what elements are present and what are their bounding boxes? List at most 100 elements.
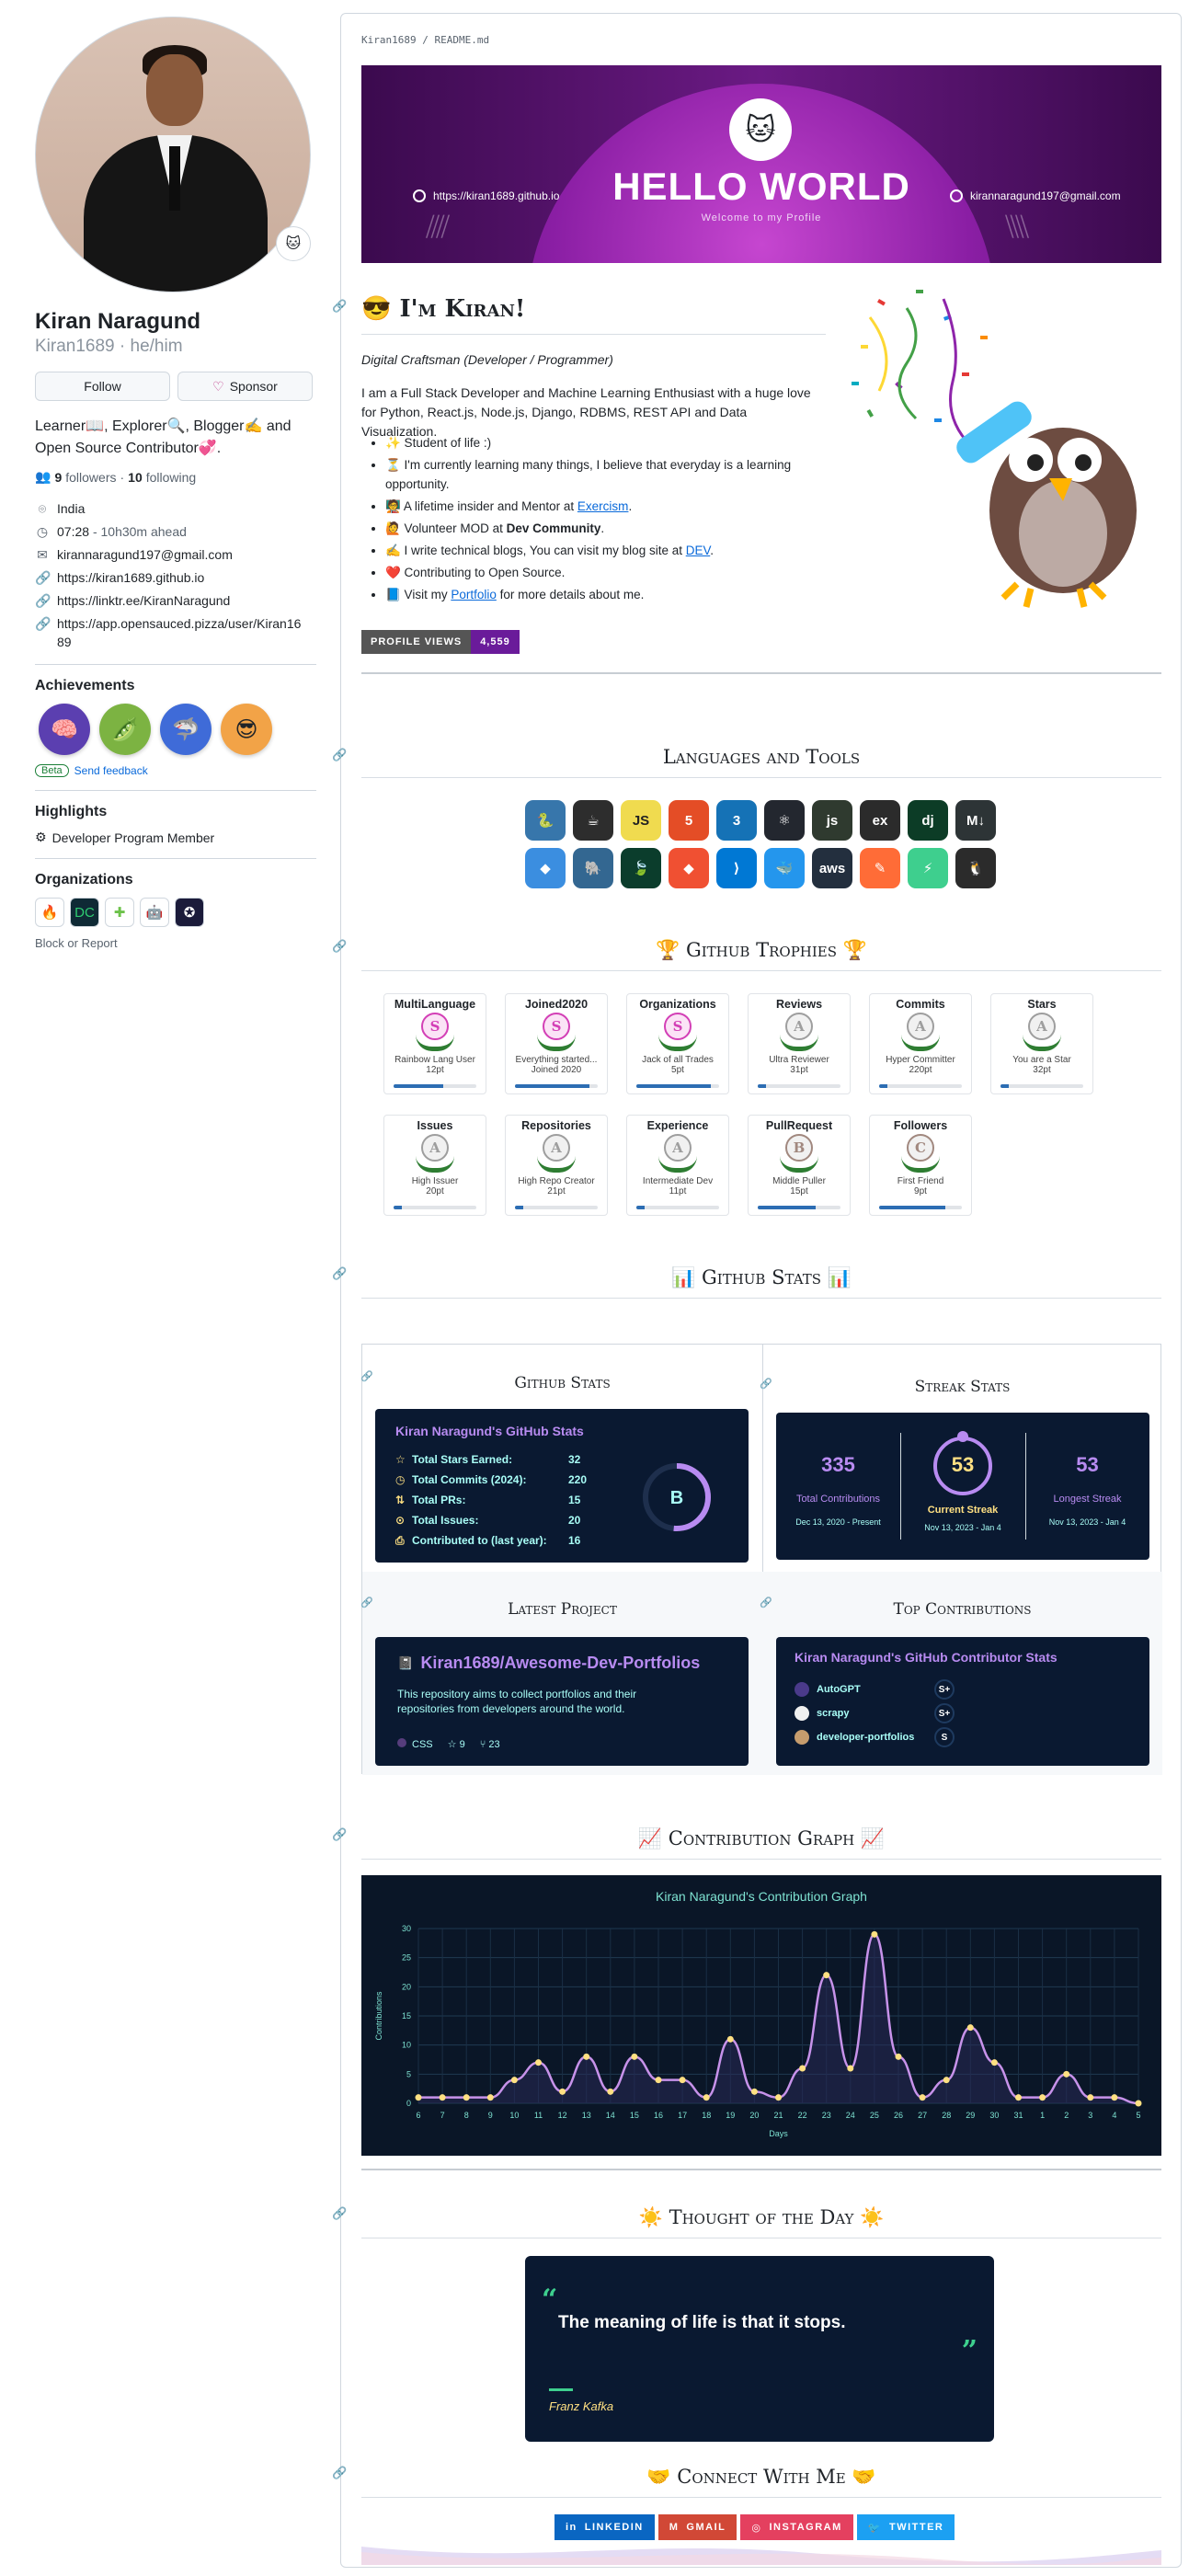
- react-icon: ⚛: [764, 800, 805, 841]
- banner-site: https://kiran1689.github.io: [413, 189, 559, 202]
- data-point: [415, 2094, 422, 2101]
- data-point: [895, 2053, 902, 2060]
- latest-project-card[interactable]: 📓 Kiran1689/Awesome-Dev-Portfolios This r…: [375, 1637, 749, 1766]
- trophy-title: Repositories: [521, 1119, 591, 1132]
- trophy-cup-icon: A: [537, 1134, 576, 1174]
- status-icon[interactable]: 🐱: [276, 226, 311, 261]
- pair-extraordinaire-badge-icon[interactable]: 🫛: [99, 704, 151, 755]
- grade-ring: B: [643, 1463, 711, 1531]
- data-point: [655, 2077, 662, 2084]
- follow-button[interactable]: Follow: [35, 372, 170, 401]
- cell-heading-github-stats: Github Stats: [514, 1374, 611, 1392]
- current-streak-value: 53: [951, 1453, 975, 1476]
- contributor-row: scrapy S+: [795, 1701, 978, 1725]
- intro-bullets: ✨ Student of life :) ⏳ I'm currently lear…: [372, 433, 828, 607]
- contributor-stats-card[interactable]: Kiran Naragund's GitHub Contributor Stat…: [776, 1637, 1149, 1766]
- anchor-link-icon[interactable]: 🔗: [332, 1266, 347, 1281]
- trophy-progress: [758, 1206, 840, 1209]
- profile-username: Kiran1689: [35, 337, 115, 356]
- profile-pronouns: he/him: [130, 337, 183, 356]
- sponsor-label: Sponsor: [229, 379, 278, 394]
- mongodb-icon: 🍃: [621, 848, 661, 888]
- followers-count[interactable]: 9: [54, 470, 62, 485]
- data-point: [510, 2077, 518, 2084]
- send-feedback-link[interactable]: Send feedback: [74, 764, 148, 777]
- trophy-points: 11pt: [669, 1186, 687, 1196]
- connect-buttons: in LINKEDIN M GMAIL ◎ INSTAGRAM 🐦 TWITTER: [554, 2514, 955, 2540]
- website-link[interactable]: https://kiran1689.github.io: [57, 568, 204, 587]
- yolo-badge-icon[interactable]: 😎: [221, 704, 272, 755]
- mail-icon: ✉: [37, 547, 48, 562]
- trophy-title: Joined2020: [524, 998, 589, 1011]
- avatar[interactable]: [35, 17, 311, 292]
- bullet-text: ✨ Student of life :): [385, 436, 492, 450]
- instagram-button[interactable]: ◎ INSTAGRAM: [740, 2514, 853, 2540]
- github-stats-card[interactable]: Kiran Naragund's GitHub Stats ☆ Total Sta…: [375, 1409, 749, 1563]
- gmail-button[interactable]: M GMAIL: [657, 2514, 737, 2540]
- email-link[interactable]: kirannaragund197@gmail.com: [57, 545, 233, 564]
- anchor-link-icon[interactable]: 🔗: [332, 939, 347, 954]
- contribution-graph: Kiran Naragund's Contribution Graph 0 5 10 1…: [361, 1875, 1161, 2156]
- repo-avatar-icon: [795, 1682, 809, 1697]
- bullet-link[interactable]: Portfolio: [451, 588, 497, 601]
- stats-title-text: Github Stats: [702, 1266, 821, 1288]
- readme-panel: Kiran1689 / README.md ⧸⧸⧸⧸ ⧹⧹⧹⧹ 🐱 HELLO …: [332, 13, 1182, 2568]
- following-count[interactable]: 10: [128, 470, 143, 485]
- galaxy-brain-badge-icon[interactable]: 🧠: [39, 704, 90, 755]
- bullet-bold: Dev Community: [506, 521, 601, 535]
- anchor-link-icon[interactable]: 🔗: [332, 2206, 347, 2221]
- close-quote-icon: ”: [961, 2335, 977, 2367]
- project-lang-text: CSS: [412, 1739, 433, 1750]
- path-user[interactable]: Kiran1689: [361, 34, 417, 46]
- anchor-link-icon[interactable]: 🔗: [332, 2466, 347, 2480]
- following-label[interactable]: following: [146, 470, 196, 485]
- profile-sidebar: 🐱 Kiran Naragund Kiran1689 · he/him Foll…: [35, 17, 316, 950]
- divider: [35, 858, 316, 859]
- bullet-link[interactable]: Exercism: [577, 499, 629, 513]
- streak-stats-card[interactable]: 335 Total Contributions Dec 13, 2020 - P…: [776, 1413, 1149, 1560]
- linkedin-button[interactable]: in LINKEDIN: [554, 2514, 655, 2540]
- pull-shark-badge-icon[interactable]: 🦈: [160, 704, 212, 755]
- tools-grid: 🐍 ☕ JS 5 3 ⚛ js ex dj M↓ ◆ 🐘 🍃 ◆ ⟩ 🐳 aws ✎ ⚡ 🐧: [525, 800, 1003, 888]
- followers-label[interactable]: followers: [65, 470, 116, 485]
- org-avatar[interactable]: DC: [70, 898, 99, 927]
- org-avatar[interactable]: 🔥: [35, 898, 64, 927]
- anchor-link-icon[interactable]: 🔗: [332, 1827, 347, 1842]
- quote-card: “ The meaning of life is that it stops. …: [525, 2256, 994, 2442]
- bullet-link[interactable]: DEV: [686, 544, 711, 557]
- profile-bio: Learner📖, Explorer🔍, Blogger✍️ and Open …: [35, 418, 292, 456]
- social-link[interactable]: https://linktr.ee/KiranNaragund: [57, 591, 230, 610]
- sponsor-button[interactable]: ♡ Sponsor: [177, 372, 313, 401]
- achievements-list: 🧠 🫛 🦈 😎: [39, 704, 316, 755]
- trophy-progress: [394, 1206, 476, 1209]
- html5-icon: 5: [669, 800, 709, 841]
- trophy-card: Commits A Hyper Committer 220pt: [869, 993, 972, 1094]
- twitter-button[interactable]: 🐦 TWITTER: [856, 2514, 955, 2540]
- link-icon: 🔗: [35, 616, 51, 631]
- trophy-title: Experience: [646, 1119, 709, 1132]
- trophy-progress: [515, 1084, 598, 1088]
- x-tick-label: 11: [534, 2111, 543, 2120]
- java-icon: ☕: [573, 800, 613, 841]
- org-avatar[interactable]: 🤖: [140, 898, 169, 927]
- social-link[interactable]: https://app.opensauced.pizza/user/Kiran1…: [57, 614, 305, 651]
- graph-heading: 📈 Contribution Graph 📈: [361, 1827, 1161, 1850]
- git-icon: ◆: [669, 848, 709, 888]
- anchor-link-icon[interactable]: 🔗: [332, 299, 347, 314]
- org-avatar[interactable]: ✪: [175, 898, 204, 927]
- path-file[interactable]: README.md: [434, 34, 489, 46]
- stat-row: ⎙ Contributed to (last year): 16: [395, 1530, 587, 1551]
- block-report-link[interactable]: Block or Report: [35, 936, 316, 950]
- open-quote-icon: “: [542, 2284, 558, 2316]
- x-tick-label: 29: [966, 2111, 975, 2120]
- org-avatar[interactable]: ✚: [105, 898, 134, 927]
- trophy-points: 31pt: [790, 1065, 808, 1075]
- project-stars-value: 9: [459, 1739, 465, 1750]
- data-point: [463, 2094, 470, 2101]
- data-point: [990, 2059, 998, 2067]
- beta-label: Beta: [35, 764, 69, 777]
- profile-fullname: Kiran Naragund: [35, 309, 201, 334]
- current-streak-label: Current Streak: [927, 1505, 999, 1516]
- anchor-link-icon[interactable]: 🔗: [332, 748, 347, 762]
- trophy-points: 15pt: [790, 1186, 808, 1196]
